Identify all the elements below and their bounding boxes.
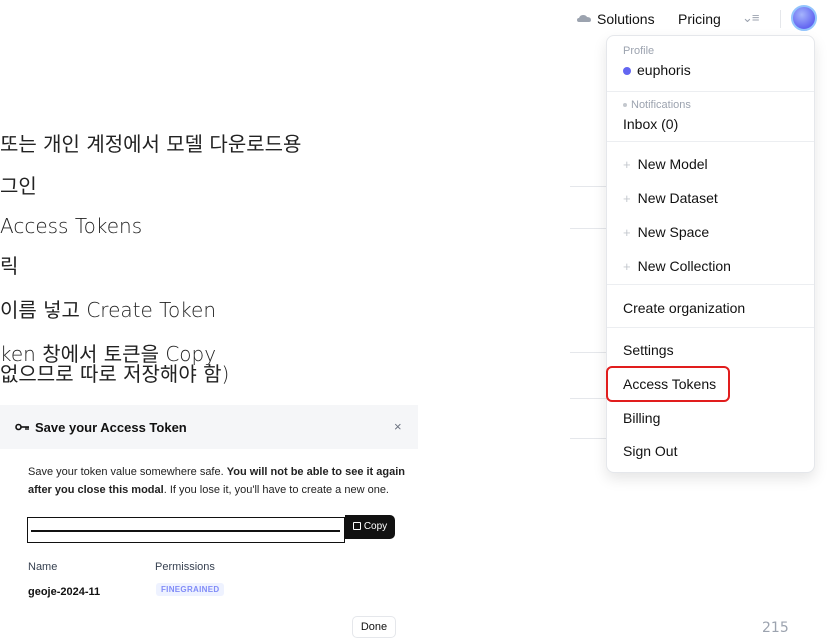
nav-more-menu-icon[interactable]: ⌄≡	[742, 10, 760, 26]
settings-item[interactable]: Settings	[623, 342, 674, 358]
access-tokens-highlight	[606, 366, 730, 402]
plus-icon: +	[623, 191, 631, 206]
inbox-link[interactable]: Inbox (0)	[623, 116, 678, 132]
plus-icon: +	[623, 259, 631, 274]
page-number: 215	[762, 620, 789, 636]
nav-solutions-link[interactable]: Solutions	[597, 11, 655, 27]
slide-line-1: 또는 개인 계정에서 모델 다운로드용	[0, 132, 302, 156]
slide-line-4: 릭	[0, 254, 19, 278]
close-icon[interactable]: ×	[394, 419, 402, 434]
menu-separator	[607, 327, 814, 328]
user-dropdown-menu: Profile euphoris Notifications Inbox (0)…	[606, 35, 815, 473]
menu-separator	[607, 141, 814, 142]
permission-badge: FINEGRAINED	[156, 583, 225, 596]
create-organization-item[interactable]: Create organization	[623, 300, 745, 316]
token-redaction-bar	[31, 530, 340, 532]
user-dot-icon	[623, 67, 631, 76]
modal-description: Save your token value somewhere safe. Yo…	[28, 466, 406, 496]
modal-title: Save your Access Token	[35, 420, 187, 435]
token-name: geoje-2024-11	[28, 586, 101, 598]
cloud-icon	[577, 15, 591, 22]
background-divider	[570, 352, 606, 353]
background-divider	[570, 228, 606, 229]
billing-item[interactable]: Billing	[623, 410, 660, 426]
new-dataset-item[interactable]: + New Dataset	[623, 190, 718, 206]
slide-line-7: 없으므로 따로 저장해야 함)	[0, 362, 230, 386]
avatar[interactable]	[791, 5, 817, 31]
nav-pricing-link[interactable]: Pricing	[678, 11, 721, 27]
notifications-label: Notifications	[623, 99, 691, 111]
name-column-label: Name	[28, 561, 58, 573]
menu-separator	[607, 91, 814, 92]
plus-icon: +	[623, 225, 631, 240]
background-divider	[570, 398, 606, 399]
sign-out-item[interactable]: Sign Out	[623, 443, 677, 459]
copy-icon	[352, 522, 361, 530]
permissions-column-label: Permissions	[155, 561, 215, 573]
copy-button[interactable]: Copy	[345, 515, 395, 539]
save-token-modal: Save your Access Token × Save your token…	[0, 405, 420, 638]
slide-line-3: Access Tokens	[0, 214, 143, 238]
slide-line-6: ken 창에서 토큰을 Copy	[0, 342, 217, 366]
notification-dot-icon	[623, 103, 627, 108]
menu-separator	[607, 284, 814, 285]
username: euphoris	[637, 62, 691, 78]
profile-username-link[interactable]: euphoris	[623, 62, 691, 78]
background-divider	[570, 438, 606, 439]
nav-divider	[780, 10, 781, 28]
profile-label: Profile	[623, 45, 655, 57]
new-model-item[interactable]: + New Model	[623, 156, 708, 172]
slide-line-2: 그인	[0, 174, 37, 198]
key-icon	[15, 423, 29, 431]
background-divider	[570, 186, 606, 187]
slide-line-5: 이름 넣고 Create Token	[0, 298, 217, 322]
token-value-field[interactable]	[27, 517, 345, 543]
new-space-item[interactable]: + New Space	[623, 224, 709, 240]
modal-header: Save your Access Token ×	[0, 405, 418, 449]
new-collection-item[interactable]: + New Collection	[623, 258, 731, 274]
plus-icon: +	[623, 157, 631, 172]
